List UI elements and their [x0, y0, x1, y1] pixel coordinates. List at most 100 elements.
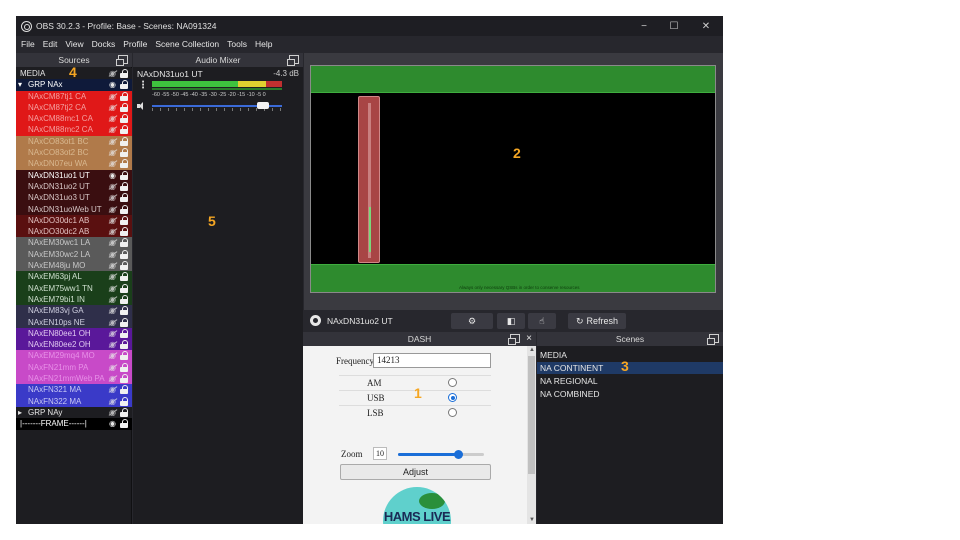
eye-hidden-icon[interactable]: ◉	[107, 193, 118, 202]
scene-item[interactable]: MEDIA	[537, 349, 723, 361]
eye-hidden-icon[interactable]: ◉	[107, 159, 118, 168]
source-item[interactable]: NAxEM30wc2 LA ◉	[16, 248, 132, 261]
refresh-button[interactable]: ↻ Refresh	[568, 313, 626, 329]
scroll-up-icon[interactable]: ▲	[529, 347, 535, 353]
eye-hidden-icon[interactable]: ◉	[107, 205, 118, 214]
scroll-thumb[interactable]	[528, 356, 535, 474]
menu-profile[interactable]: Profile	[123, 39, 147, 49]
zoom-slider[interactable]	[398, 450, 484, 459]
lock-icon[interactable]	[120, 294, 128, 304]
lock-icon[interactable]	[120, 102, 128, 112]
frequency-input[interactable]: 14213	[373, 353, 491, 368]
menu-view[interactable]: View	[65, 39, 83, 49]
source-item[interactable]: NAxDN31uoWeb UT ◉	[16, 203, 132, 215]
lock-icon[interactable]	[120, 136, 128, 146]
lock-icon[interactable]	[120, 261, 128, 271]
source-item[interactable]: NAxFN21mm PA ◉	[16, 361, 132, 374]
lock-icon[interactable]	[120, 306, 128, 316]
close-icon[interactable]: ×	[526, 333, 532, 344]
lock-icon[interactable]	[120, 374, 128, 384]
eye-hidden-icon[interactable]: ◉	[107, 329, 118, 338]
adjust-button[interactable]: Adjust	[340, 464, 491, 480]
eye-hidden-icon[interactable]: ◉	[107, 137, 118, 146]
zoom-value[interactable]: 10	[373, 447, 387, 460]
source-item[interactable]: NAxDN07eu WA ◉	[16, 158, 132, 170]
lock-icon[interactable]	[120, 328, 128, 338]
source-item[interactable]: NAxEM83vj GA ◉	[16, 305, 132, 317]
menu-help[interactable]: Help	[255, 39, 272, 49]
zoom-slider-knob[interactable]	[453, 450, 463, 459]
eye-hidden-icon[interactable]: ◉	[107, 92, 118, 101]
lock-icon[interactable]	[120, 407, 128, 417]
source-item[interactable]: |-------FRAME------| ◉	[16, 418, 132, 430]
eye-hidden-icon[interactable]: ◉	[107, 250, 118, 259]
lock-icon[interactable]	[120, 181, 128, 191]
lock-icon[interactable]	[120, 283, 128, 293]
lock-icon[interactable]	[120, 91, 128, 101]
lock-icon[interactable]	[120, 170, 128, 180]
source-item[interactable]: NAxCM87tj1 CA ◉	[16, 90, 132, 102]
lock-icon[interactable]	[120, 362, 128, 372]
minimize-button[interactable]: −	[629, 16, 659, 36]
lock-icon[interactable]	[120, 227, 128, 237]
speaker-icon[interactable]	[137, 102, 147, 110]
source-item[interactable]: NAxEM75ww1 TN ◉	[16, 282, 132, 294]
source-item[interactable]: NAxEM48ju MO ◉	[16, 260, 132, 272]
source-item[interactable]: NAxEM79bi1 IN ◉	[16, 293, 132, 306]
lock-icon[interactable]	[120, 351, 128, 361]
source-item[interactable]: NAxDN31uo1 UT ◉	[16, 169, 132, 181]
source-item[interactable]: NAxCM87tj2 CA ◉	[16, 101, 132, 114]
mode-row-lsb[interactable]: LSB	[339, 405, 491, 419]
source-item[interactable]: NAxFN322 MA ◉	[16, 395, 132, 407]
lock-icon[interactable]	[120, 114, 128, 124]
eye-hidden-icon[interactable]: ◉	[107, 340, 118, 349]
lock-icon[interactable]	[120, 215, 128, 225]
filters-button[interactable]: ◧	[497, 313, 525, 329]
eye-hidden-icon[interactable]: ◉	[107, 351, 118, 360]
menu-tools[interactable]: Tools	[227, 39, 247, 49]
eye-icon[interactable]: ◉	[107, 171, 118, 180]
close-button[interactable]: ✕	[691, 16, 721, 36]
menu-scene-collection[interactable]: Scene Collection	[155, 39, 219, 49]
source-item[interactable]: NAxEM30wc1 LA ◉	[16, 237, 132, 249]
collapse-icon[interactable]: ▸	[18, 407, 22, 418]
mixer-menu-icon[interactable]: ⋮	[138, 81, 148, 91]
source-item[interactable]: NAxFN21mmWeb PA ◉	[16, 373, 132, 385]
source-item[interactable]: NAxCM88mc2 CA ◉	[16, 124, 132, 136]
mode-radio-am[interactable]	[448, 378, 457, 387]
eye-hidden-icon[interactable]: ◉	[107, 318, 118, 327]
eye-hidden-icon[interactable]: ◉	[107, 385, 118, 394]
lock-icon[interactable]	[120, 238, 128, 248]
lock-icon[interactable]	[120, 204, 128, 214]
eye-hidden-icon[interactable]: ◉	[107, 295, 118, 304]
source-item[interactable]: NAxCO83ot1 BC ◉	[16, 135, 132, 148]
eye-hidden-icon[interactable]: ◉	[107, 227, 118, 236]
eye-hidden-icon[interactable]: ◉	[107, 114, 118, 123]
undock-icon[interactable]	[508, 334, 520, 345]
lock-icon[interactable]	[120, 125, 128, 135]
eye-hidden-icon[interactable]: ◉	[107, 216, 118, 225]
source-item[interactable]: NAxEN10ps NE ◉	[16, 316, 132, 328]
eye-hidden-icon[interactable]: ◉	[107, 363, 118, 372]
lock-icon[interactable]	[120, 317, 128, 327]
dash-scrollbar[interactable]: ▲ ▼	[527, 346, 536, 524]
lock-icon[interactable]	[120, 148, 128, 158]
eye-hidden-icon[interactable]: ◉	[107, 306, 118, 315]
interact-button[interactable]: ☝	[528, 313, 556, 329]
lock-icon[interactable]	[120, 419, 128, 429]
eye-hidden-icon[interactable]: ◉	[107, 408, 118, 417]
source-item[interactable]: NAxCO83ot2 BC ◉	[16, 147, 132, 159]
lock-icon[interactable]	[120, 159, 128, 169]
source-item[interactable]: NAxDO30dc1 AB ◉	[16, 214, 132, 227]
scroll-down-icon[interactable]: ▼	[529, 517, 535, 523]
lock-icon[interactable]	[120, 193, 128, 203]
eye-icon[interactable]: ◉	[107, 80, 118, 89]
undock-icon[interactable]	[707, 334, 719, 345]
eye-hidden-icon[interactable]: ◉	[107, 397, 118, 406]
scene-item[interactable]: NA COMBINED	[537, 388, 723, 400]
source-item[interactable]: NAxEM63pj AL ◉	[16, 271, 132, 283]
source-item[interactable]: NAxCM88mc1 CA ◉	[16, 113, 132, 125]
lock-icon[interactable]	[120, 249, 128, 259]
eye-hidden-icon[interactable]: ◉	[107, 103, 118, 112]
source-item[interactable]: NAxDN31uo3 UT ◉	[16, 192, 132, 204]
